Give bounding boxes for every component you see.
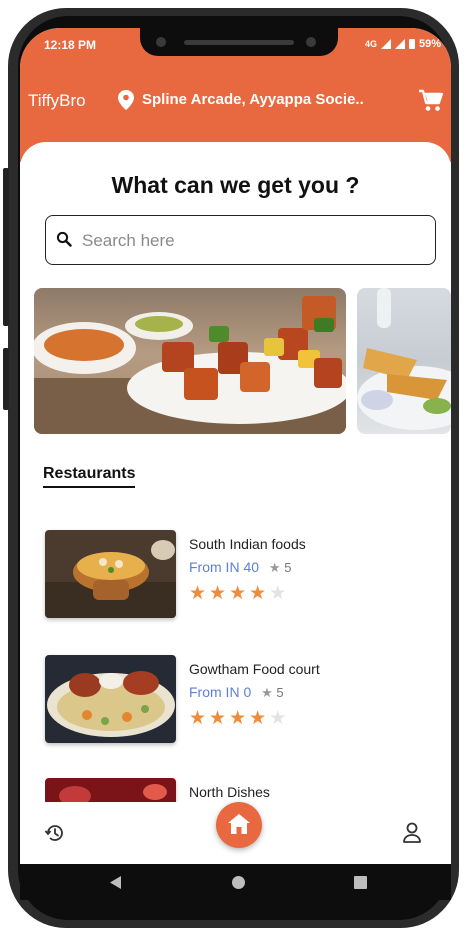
- star-icon: ★: [269, 583, 287, 604]
- restaurant-rating: ★ 5: [261, 685, 284, 700]
- star-icon: ★: [249, 708, 267, 729]
- home-button[interactable]: [216, 802, 262, 848]
- star-icon: ★: [229, 583, 247, 604]
- recent-apps-icon[interactable]: [354, 876, 367, 889]
- system-home-icon[interactable]: [232, 876, 245, 889]
- camera-icon: [156, 37, 166, 47]
- star-rating: ★ ★ ★ ★ ★: [189, 584, 286, 603]
- star-icon: ★: [189, 583, 207, 604]
- bottom-navigation: [20, 802, 451, 864]
- home-icon: [228, 814, 250, 834]
- food-banner-fried-snack[interactable]: [357, 288, 451, 434]
- rating-star-icon: ★: [261, 685, 273, 700]
- app-bar: TiffyBro Spline Arcade, Ayyappa Socie..: [20, 86, 451, 116]
- status-icons: 4G 59%: [365, 38, 441, 50]
- system-navigation-bar: [20, 864, 451, 900]
- restaurant-price: From IN 40: [189, 559, 260, 575]
- paneer-tikka-image: [34, 296, 346, 434]
- biryani-image: [45, 530, 176, 618]
- profile-icon[interactable]: [402, 822, 422, 844]
- network-type: 4G: [364, 39, 377, 49]
- signal-icon: [380, 39, 391, 49]
- restaurant-name: Gowtham Food court: [189, 661, 320, 677]
- star-icon: ★: [229, 708, 247, 729]
- restaurant-name: North Dishes: [189, 784, 270, 800]
- status-time: 12:18 PM: [44, 38, 97, 52]
- restaurant-name: South Indian foods: [189, 536, 306, 552]
- rating-star-icon: ★: [268, 560, 281, 575]
- power-button: [3, 348, 9, 410]
- rating-value: 5: [284, 560, 292, 575]
- main-content: What can we get you ? Search here Restau…: [20, 142, 451, 842]
- star-icon: ★: [269, 708, 287, 729]
- restaurant-rating: ★ 5: [269, 560, 292, 575]
- page-title: What can we get you ?: [111, 172, 360, 198]
- fried-snack-image: [357, 288, 451, 430]
- speaker-grille: [184, 40, 294, 45]
- signal-icon-2: [394, 39, 405, 49]
- star-icon: ★: [189, 708, 207, 729]
- restaurant-card[interactable]: Gowtham Food court From IN 0 ★ 5 ★ ★ ★ ★…: [45, 655, 425, 747]
- location-pin-icon[interactable]: [118, 90, 134, 110]
- food-banner-paneer-tikka[interactable]: [34, 288, 346, 434]
- status-bar: 12:18 PM 4G 59%: [20, 28, 451, 62]
- battery-level: 59%: [418, 38, 441, 50]
- restaurant-card[interactable]: South Indian foods From IN 40 ★ 5 ★ ★ ★ …: [45, 530, 425, 622]
- star-icon: ★: [209, 708, 227, 729]
- app-screen: 12:18 PM 4G 59% TiffyBro Spline Arcade, …: [20, 28, 451, 900]
- camera-notch: [140, 28, 338, 56]
- location-label[interactable]: Spline Arcade, Ayyappa Socie..: [142, 91, 364, 108]
- restaurants-section-title: Restaurants: [43, 465, 136, 488]
- battery-icon: [408, 39, 415, 49]
- restaurant-price: From IN 0: [189, 684, 252, 700]
- volume-button: [3, 168, 9, 326]
- history-icon[interactable]: [44, 822, 66, 844]
- rating-value: 5: [276, 685, 284, 700]
- brand-title: TiffyBro: [28, 91, 86, 110]
- search-icon: [56, 231, 72, 247]
- food-platter-image: [45, 655, 176, 743]
- restaurant-price-row: From IN 0 ★ 5: [189, 684, 284, 701]
- cart-icon[interactable]: [418, 89, 444, 113]
- restaurant-thumbnail: [45, 530, 176, 618]
- back-icon[interactable]: [110, 876, 122, 889]
- restaurant-price-row: From IN 40 ★ 5: [189, 559, 291, 576]
- search-input[interactable]: [80, 226, 424, 256]
- search-box[interactable]: [45, 215, 436, 265]
- restaurant-thumbnail: [45, 655, 176, 743]
- sensor-icon: [306, 37, 316, 47]
- star-rating: ★ ★ ★ ★ ★: [189, 709, 286, 728]
- star-icon: ★: [249, 583, 267, 604]
- star-icon: ★: [209, 583, 227, 604]
